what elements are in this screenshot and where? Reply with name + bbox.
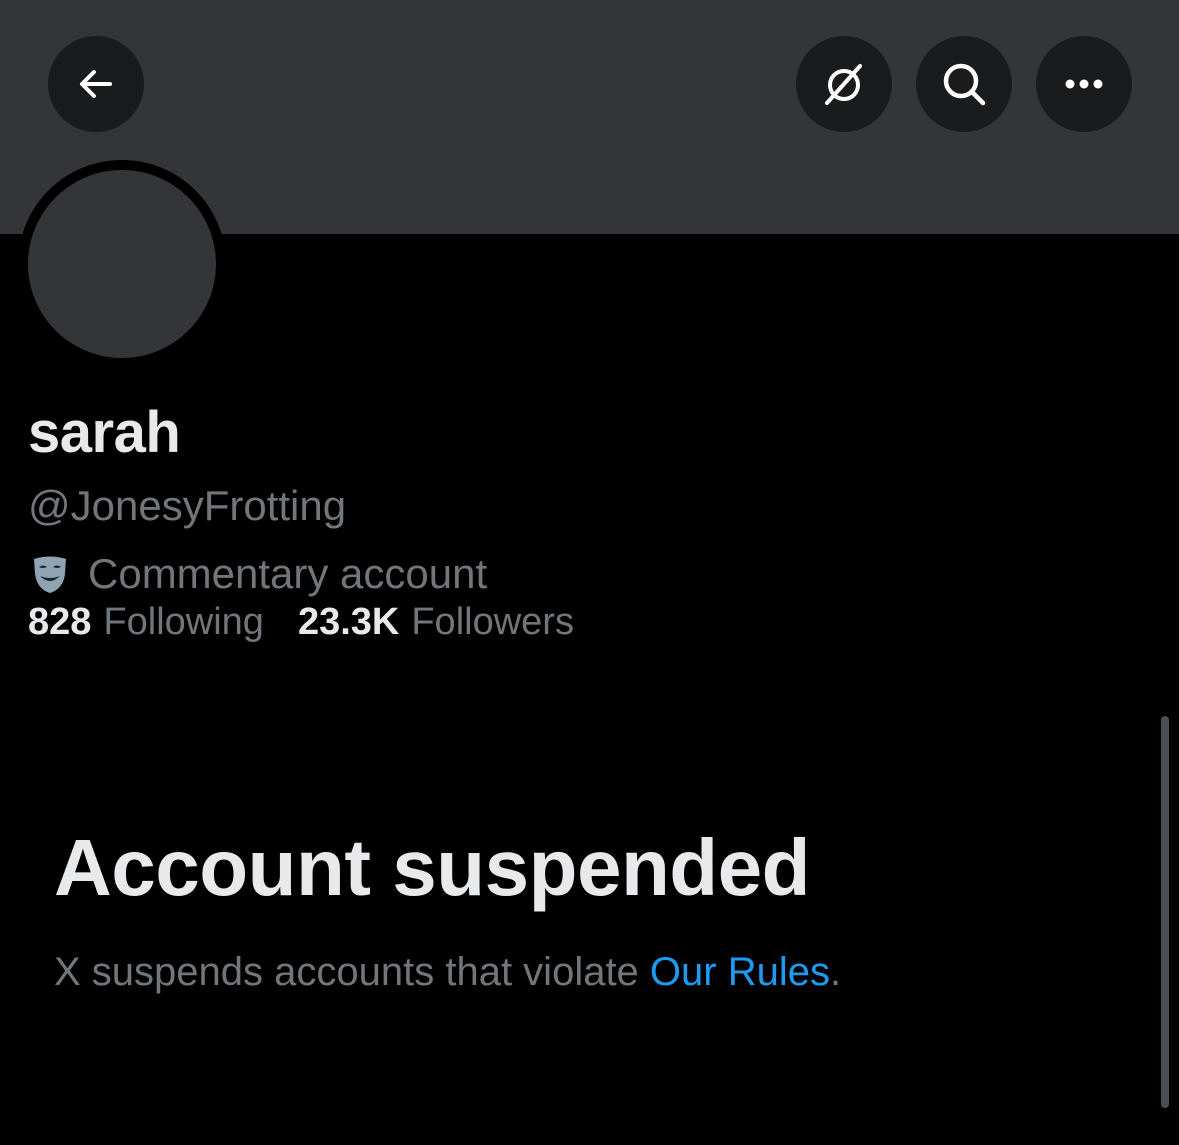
- avatar[interactable]: [28, 170, 216, 358]
- arrow-left-icon: [80, 70, 112, 98]
- display-name: sarah: [28, 400, 181, 465]
- search-button[interactable]: [916, 36, 1012, 132]
- account-label-text: Commentary account: [88, 550, 488, 597]
- more-button[interactable]: [1036, 36, 1132, 132]
- grok-button[interactable]: [796, 36, 892, 132]
- suspension-message: X suspends accounts that violate Our Rul…: [54, 944, 841, 1000]
- our-rules-link[interactable]: Our Rules: [650, 950, 830, 994]
- suspension-message-period: .: [829, 950, 842, 994]
- back-button[interactable]: [48, 36, 144, 132]
- theater-mask-icon: [34, 556, 66, 593]
- scrollbar[interactable]: [1161, 716, 1169, 1108]
- following-count: 828: [28, 601, 92, 643]
- following-link[interactable]: 828 Following: [28, 596, 264, 648]
- account-label: Commentary account: [28, 548, 487, 600]
- suspension-title: Account suspended: [54, 823, 811, 912]
- search-icon: [943, 63, 986, 106]
- followers-label: Followers: [411, 601, 574, 643]
- more-horizontal-icon: [1065, 79, 1103, 89]
- followers-link[interactable]: 23.3K Followers: [298, 596, 574, 648]
- follow-stats: 828 Following 23.3K Followers: [28, 596, 574, 648]
- grok-icon: [825, 64, 862, 105]
- handle: @JonesyFrotting: [28, 482, 347, 529]
- followers-count: 23.3K: [297, 601, 400, 643]
- suspension-message-text: X suspends accounts that violate: [54, 950, 650, 994]
- following-label: Following: [103, 601, 264, 643]
